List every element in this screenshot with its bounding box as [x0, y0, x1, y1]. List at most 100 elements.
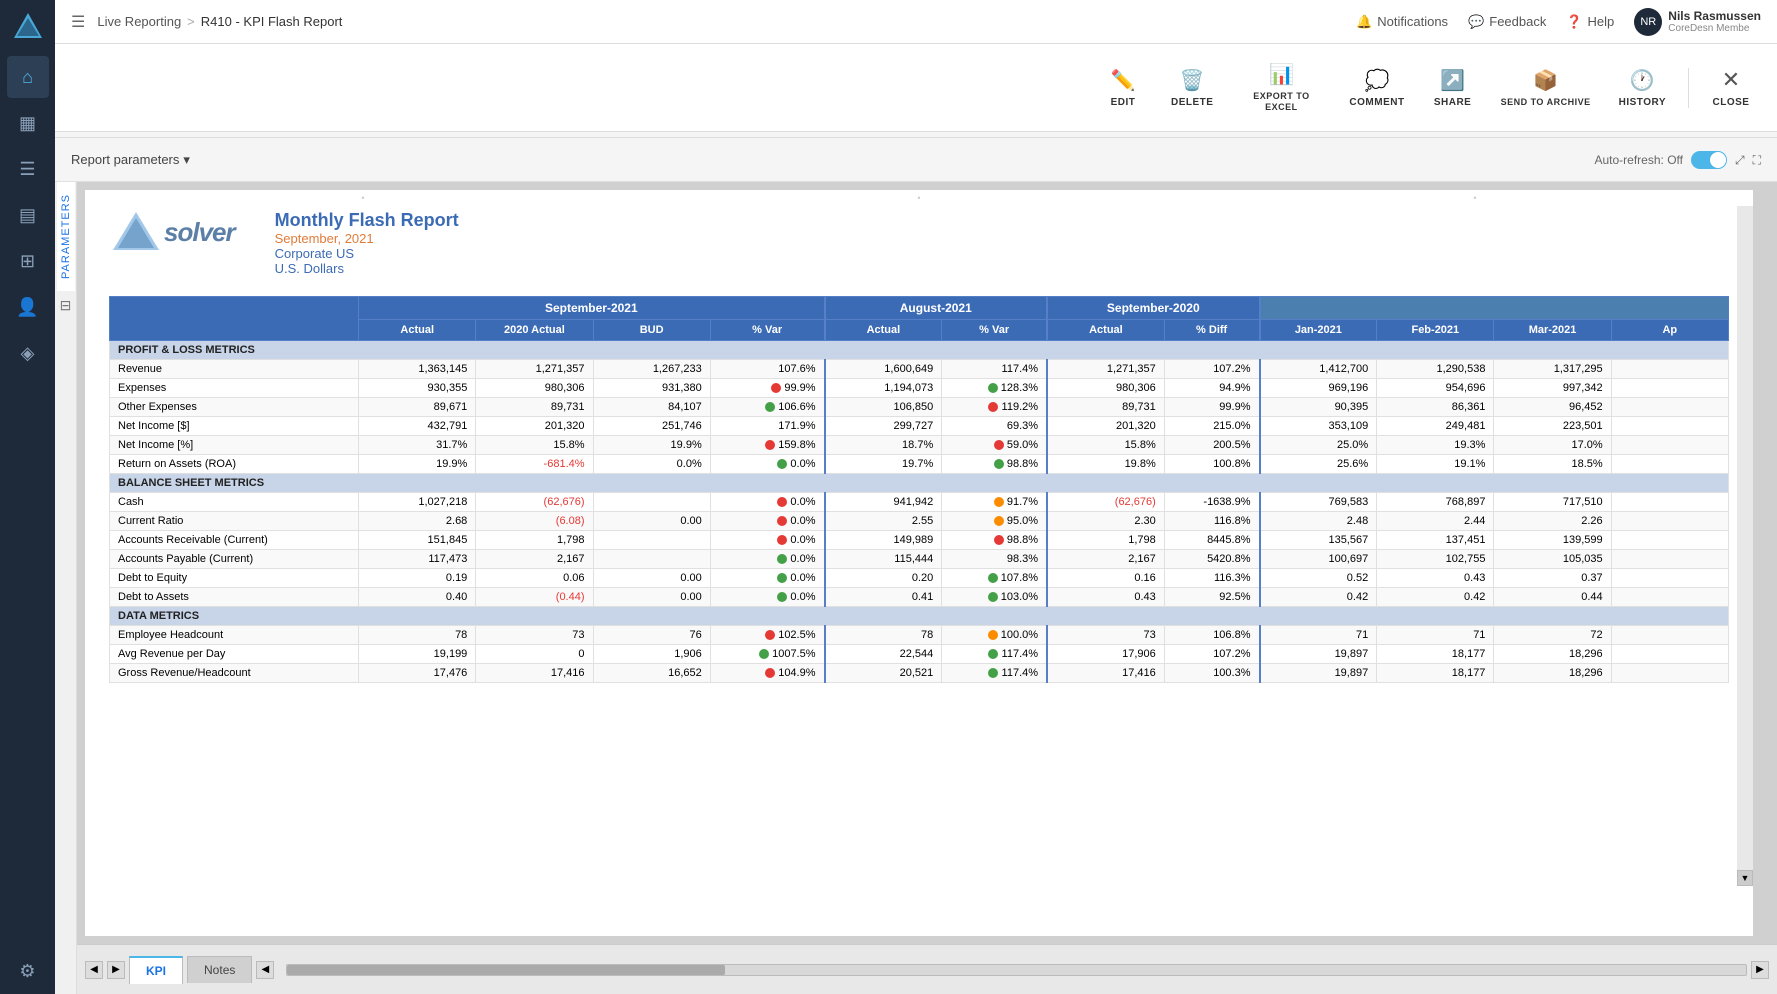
feedback-button[interactable]: 💬 Feedback	[1468, 14, 1546, 30]
horizontal-scrollbar[interactable]	[286, 964, 1747, 976]
sidebar-item-settings[interactable]: ⚙	[7, 950, 49, 992]
feb-val: 102,755	[1377, 550, 1494, 569]
expand-icon[interactable]: ⤢	[1735, 153, 1745, 168]
report-params-button[interactable]: Report parameters ▾	[71, 152, 190, 168]
edit-button[interactable]: ✏️ EDIT	[1093, 62, 1153, 114]
red-indicator	[777, 535, 787, 545]
sep20-actual: 2.30	[1047, 512, 1164, 531]
sidebar-item-list[interactable]: ▤	[7, 194, 49, 236]
sep20-pctdiff: 106.8%	[1164, 626, 1259, 645]
table-row: Expenses 930,355 980,306 931,380 99.9% 1…	[110, 379, 1729, 398]
user-info[interactable]: NR Nils Rasmussen CoreDesn Membe	[1634, 8, 1761, 36]
auto-refresh-toggle[interactable]	[1691, 151, 1727, 169]
comment-icon: 💭	[1365, 68, 1390, 93]
sep-bud: 0.00	[593, 512, 710, 531]
sep20-actual: 0.43	[1047, 588, 1164, 607]
history-button[interactable]: 🕐 HISTORY	[1609, 62, 1676, 114]
help-label: Help	[1588, 14, 1615, 29]
aug-pctvar: 98.8%	[942, 531, 1047, 550]
delete-button[interactable]: 🗑️ DELETE	[1161, 62, 1223, 114]
aug-pctvar: 103.0%	[942, 588, 1047, 607]
sep-pctvar: 0.0%	[710, 550, 824, 569]
filter-icon[interactable]: ⊟	[60, 297, 72, 314]
menu-icon[interactable]: ☰	[71, 12, 85, 32]
breadcrumb-parent[interactable]: Live Reporting	[97, 14, 181, 29]
sep20-pctdiff: 200.5%	[1164, 436, 1259, 455]
sep20-actual: 19.8%	[1047, 455, 1164, 474]
share-button[interactable]: ↗️ SHARE	[1423, 62, 1483, 114]
feb-val: 71	[1377, 626, 1494, 645]
sep-actual: 17,476	[359, 664, 476, 683]
refresh-label: Auto-refresh: Off	[1595, 153, 1683, 167]
delete-label: DELETE	[1171, 97, 1213, 108]
tab-notes[interactable]: Notes	[187, 956, 252, 983]
sep-pctvar: 0.0%	[710, 588, 824, 607]
archive-button[interactable]: 📦 SEND TO ARCHIVE	[1491, 62, 1601, 114]
th-pctvar-sep: % Var	[710, 320, 824, 341]
sep-pctvar: 0.0%	[710, 569, 824, 588]
report-inner: solver Monthly Flash Report September, 2…	[85, 190, 1753, 936]
mar-val: 0.44	[1494, 588, 1611, 607]
red-indicator	[994, 440, 1004, 450]
th-mar: Mar-2021	[1494, 320, 1611, 341]
sidebar-item-reports[interactable]: ☰	[7, 148, 49, 190]
scroll-down-button[interactable]: ▼	[1737, 870, 1753, 886]
sidebar-item-users[interactable]: 👤	[7, 286, 49, 328]
jan-val: 2.48	[1260, 512, 1377, 531]
sep20-actual: (62,676)	[1047, 493, 1164, 512]
comment-button[interactable]: 💭 COMMENT	[1339, 62, 1414, 114]
bottom-bar: ◀ ▶ KPI Notes ◀ ▶	[77, 944, 1777, 994]
help-button[interactable]: ❓ Help	[1566, 14, 1614, 30]
tab-next-button[interactable]: ▶	[107, 961, 125, 979]
scroll-ruler: • • •	[85, 190, 1753, 206]
report-title-block: Monthly Flash Report September, 2021 Cor…	[255, 210, 459, 276]
apr-val	[1611, 569, 1728, 588]
tab-kpi[interactable]: KPI	[129, 956, 183, 984]
tab-prev-button[interactable]: ◀	[85, 961, 103, 979]
col-group-aug2021: August-2021	[825, 297, 1048, 320]
scroll-right-button[interactable]: ▶	[1751, 961, 1769, 979]
parameters-tab[interactable]: Parameters	[57, 182, 75, 291]
notifications-button[interactable]: 🔔 Notifications	[1356, 14, 1448, 30]
close-button[interactable]: ✕ CLOSE	[1701, 61, 1761, 114]
table-row: Current Ratio 2.68 (6.08) 0.00 0.0% 2.55…	[110, 512, 1729, 531]
topbar-right: 🔔 Notifications 💬 Feedback ❓ Help NR Nil…	[1356, 8, 1761, 36]
feb-val: 0.42	[1377, 588, 1494, 607]
sep20-pctdiff: 116.3%	[1164, 569, 1259, 588]
row-label: Expenses	[110, 379, 359, 398]
sep-bud: 0.00	[593, 569, 710, 588]
section-label: PROFIT & LOSS METRICS	[110, 341, 1729, 360]
sep-2020actual: 2,167	[476, 550, 593, 569]
sep20-pctdiff: 99.9%	[1164, 398, 1259, 417]
row-label: Debt to Equity	[110, 569, 359, 588]
sep-bud: 76	[593, 626, 710, 645]
table-section-row: BALANCE SHEET METRICS	[110, 474, 1729, 493]
export-icon: 📊	[1269, 62, 1294, 87]
toolbar-divider	[1688, 68, 1689, 108]
aug-pctvar: 100.0%	[942, 626, 1047, 645]
sep-2020actual: 73	[476, 626, 593, 645]
scroll-controls: ◀ ▶	[256, 961, 1769, 979]
fullscreen-icon[interactable]: ⛶	[1753, 153, 1761, 168]
red-indicator	[765, 668, 775, 678]
sep-actual: 0.40	[359, 588, 476, 607]
apr-val	[1611, 436, 1728, 455]
apr-val	[1611, 379, 1728, 398]
sep-actual: 19,199	[359, 645, 476, 664]
sep-2020actual: 201,320	[476, 417, 593, 436]
close-label: CLOSE	[1713, 97, 1750, 108]
scroll-left-button[interactable]: ◀	[256, 961, 274, 979]
sidebar-item-analytics[interactable]: ◈	[7, 332, 49, 374]
jan-val: 1,412,700	[1260, 360, 1377, 379]
aug-pctvar: 59.0%	[942, 436, 1047, 455]
app-logo[interactable]	[11, 10, 45, 44]
sep-pctvar: 0.0%	[710, 493, 824, 512]
sidebar-item-home[interactable]: ⌂	[7, 56, 49, 98]
green-indicator	[777, 554, 787, 564]
sidebar-item-dashboard[interactable]: ▦	[7, 102, 49, 144]
export-button[interactable]: 📊 EXPORT TO EXCEL	[1231, 56, 1331, 119]
sep-2020actual: (62,676)	[476, 493, 593, 512]
feb-val: 86,361	[1377, 398, 1494, 417]
th-sep20-actual: Actual	[1047, 320, 1164, 341]
sidebar-item-grid[interactable]: ⊞	[7, 240, 49, 282]
